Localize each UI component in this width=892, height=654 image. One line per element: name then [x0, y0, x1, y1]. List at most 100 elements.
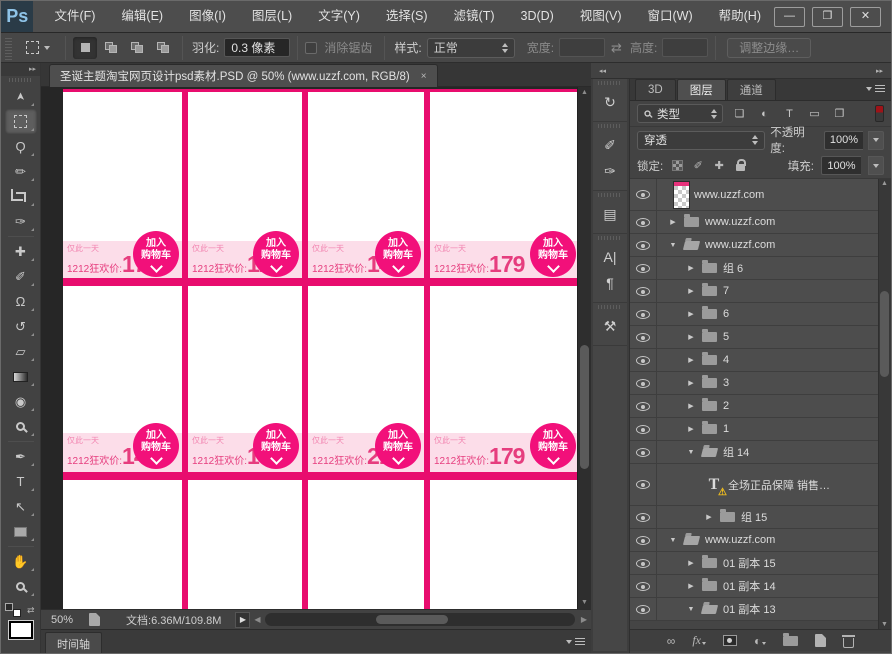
menu-选择(S)[interactable]: 选择(S)	[373, 1, 441, 32]
product-cell[interactable]: 仅此一天1212狂欢价:148加入购物车	[308, 231, 424, 278]
crop-tool[interactable]	[5, 184, 37, 209]
layer-style-icon[interactable]: fx	[692, 633, 706, 648]
intersect-selection-button[interactable]	[151, 37, 175, 59]
fill-value[interactable]: 100%	[821, 156, 861, 175]
feather-input[interactable]: 0.3 像素	[224, 38, 291, 57]
brush-panel-icon[interactable]: ✐	[597, 134, 623, 156]
tool-preset-picker[interactable]	[18, 41, 58, 54]
add-to-cart-button[interactable]: 加入 购物车	[253, 231, 299, 277]
fill-dropdown-button[interactable]	[868, 156, 884, 175]
layer-row[interactable]: www.uzzf.com	[630, 179, 891, 211]
expand-caret-icon[interactable]: ▶	[686, 333, 696, 341]
add-to-cart-button[interactable]: 加入 购物车	[133, 423, 179, 469]
opacity-dropdown-button[interactable]	[868, 130, 884, 150]
scroll-up-icon[interactable]: ▲	[880, 180, 889, 187]
adjustment-layer-icon[interactable]: ◐	[754, 634, 767, 648]
layer-visibility-toggle[interactable]	[630, 349, 657, 371]
menu-视图(V)[interactable]: 视图(V)	[567, 1, 635, 32]
layer-visibility-toggle[interactable]	[630, 280, 657, 302]
document-tab[interactable]: 圣诞主题淘宝网页设计psd素材.PSD @ 50% (www.uzzf.com,…	[49, 64, 438, 87]
layer-visibility-toggle[interactable]	[630, 303, 657, 325]
options-grip[interactable]	[5, 35, 12, 60]
menu-文字(Y)[interactable]: 文字(Y)	[305, 1, 373, 32]
panel-group-grip[interactable]	[598, 236, 622, 240]
type-tool[interactable]: T	[5, 469, 37, 494]
paragraph-panel-icon[interactable]: ¶	[597, 272, 623, 294]
zoom-level-field[interactable]: 50%	[41, 614, 83, 626]
layer-row[interactable]: ▶ 组 6	[630, 257, 891, 280]
new-selection-button[interactable]	[73, 36, 97, 59]
layer-row[interactable]: ▶ 01 副本 14	[630, 575, 891, 598]
layer-row[interactable]: ▶ 01 副本 15	[630, 552, 891, 575]
menu-文件(F)[interactable]: 文件(F)	[41, 1, 108, 32]
close-tab-icon[interactable]: ×	[421, 71, 427, 82]
lock-pixels-icon[interactable]: ✐	[691, 159, 705, 173]
panel-group-grip[interactable]	[598, 305, 622, 309]
layer-visibility-toggle[interactable]	[630, 529, 657, 551]
new-group-icon[interactable]	[783, 632, 799, 646]
character-panel-icon[interactable]: A|	[597, 246, 623, 268]
pen-tool[interactable]: ✒	[5, 444, 37, 469]
collapse-caret-icon[interactable]: ▼	[668, 242, 678, 249]
scroll-right-icon[interactable]: ▶	[577, 615, 591, 624]
lock-all-icon[interactable]	[733, 159, 747, 173]
layer-visibility-toggle[interactable]	[630, 575, 657, 597]
close-button[interactable]: ✕	[850, 6, 881, 27]
layer-list-scrollbar[interactable]: ▲ ▼	[878, 179, 891, 629]
layer-visibility-toggle[interactable]	[630, 598, 657, 620]
panel-group-grip[interactable]	[598, 193, 622, 197]
zoom-tool[interactable]	[5, 574, 37, 599]
add-to-selection-button[interactable]	[99, 37, 123, 59]
link-layers-icon[interactable]: ∞	[667, 634, 676, 648]
expand-caret-icon[interactable]: ▶	[686, 287, 696, 295]
expand-caret-icon[interactable]: ▶	[704, 513, 714, 521]
expand-caret-icon[interactable]: ▶	[686, 582, 696, 590]
brush-tool[interactable]: ✐	[5, 264, 37, 289]
quick-selection-tool[interactable]: ✏	[5, 159, 37, 184]
swap-colors-icon[interactable]: ⇄	[27, 605, 35, 616]
lasso-tool[interactable]: Ϙ	[5, 134, 37, 159]
expand-caret-icon[interactable]: ▶	[686, 356, 696, 364]
product-cell[interactable]: 仅此一天 1212狂欢价: 179 加入 购物车	[430, 231, 579, 278]
expand-caret-icon[interactable]: ▶	[686, 559, 696, 567]
canvas[interactable]: 仅此一天1212狂欢价:178加入购物车仅此一天1212狂欢价:129加入购物车…	[63, 89, 579, 609]
collapse-caret-icon[interactable]: ▼	[686, 449, 696, 456]
menu-编辑(E)[interactable]: 编辑(E)	[108, 1, 176, 32]
clone-source-panel-icon[interactable]: ▤	[597, 203, 623, 225]
add-to-cart-button[interactable]: 加入 购物车	[253, 423, 299, 469]
delete-layer-icon[interactable]	[842, 634, 856, 648]
add-to-cart-button[interactable]: 加入 购物车	[375, 423, 421, 469]
filter-toggle-switch[interactable]	[875, 105, 884, 122]
expand-caret-icon[interactable]: ▶	[686, 379, 696, 387]
tab-3D[interactable]: 3D	[635, 79, 676, 100]
history-brush-tool[interactable]: ↺	[5, 314, 37, 339]
move-tool[interactable]: ➤	[5, 84, 37, 109]
path-selection-tool[interactable]: ↖	[5, 494, 37, 519]
vertical-scrollbar[interactable]: ▲ ▼	[577, 87, 591, 609]
status-page-icon[interactable]	[89, 613, 101, 626]
scroll-up-icon[interactable]: ▲	[578, 87, 591, 99]
brush-presets-panel-icon[interactable]: ✑	[597, 160, 623, 182]
layer-row[interactable]: ▶ 6	[630, 303, 891, 326]
tools-panel-expand[interactable]: ▸▸	[1, 63, 40, 76]
dodge-tool[interactable]	[5, 414, 37, 439]
timeline-menu-icon[interactable]	[566, 638, 585, 645]
expand-caret-icon[interactable]: ▶	[686, 402, 696, 410]
layer-visibility-toggle[interactable]	[630, 257, 657, 279]
eraser-tool[interactable]: ▱	[5, 339, 37, 364]
minimize-button[interactable]: —	[774, 6, 805, 27]
tools-panel-grip[interactable]	[8, 78, 33, 82]
filter-pixel-layers-icon[interactable]: ❏	[731, 105, 748, 122]
layer-visibility-toggle[interactable]	[630, 552, 657, 574]
menu-滤镜(T)[interactable]: 滤镜(T)	[441, 1, 508, 32]
layer-list-scrollbar-thumb[interactable]	[880, 291, 889, 377]
menu-图像(I)[interactable]: 图像(I)	[176, 1, 239, 32]
new-layer-icon[interactable]	[815, 634, 827, 647]
collapse-panel-icon[interactable]: ▸▸	[876, 67, 883, 75]
add-to-cart-button[interactable]: 加入 购物车	[375, 231, 421, 277]
default-colors-icon[interactable]: ⇄	[5, 603, 35, 617]
expand-caret-icon[interactable]: ▶	[686, 264, 696, 272]
add-layer-mask-icon[interactable]	[722, 635, 737, 646]
panel-group-grip[interactable]	[598, 81, 622, 85]
filter-kind-select[interactable]: 类型	[637, 104, 723, 123]
